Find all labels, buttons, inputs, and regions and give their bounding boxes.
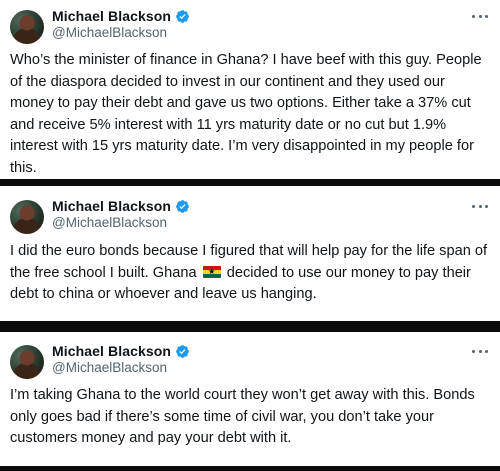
author-row: Michael Blackson [52, 198, 190, 214]
verified-badge-icon [176, 9, 189, 23]
verified-badge-icon [176, 344, 189, 358]
tweet-card[interactable]: Michael Blackson @MichaelBlackson I’m ta… [0, 332, 500, 466]
author-name[interactable]: Michael Blackson [52, 198, 171, 214]
author-handle[interactable]: @MichaelBlackson [52, 215, 167, 230]
tweet-text: Who’s the minister of finance in Ghana? … [10, 52, 482, 176]
avatar[interactable] [10, 200, 44, 234]
author-row: Michael Blackson [52, 8, 190, 24]
author-handle[interactable]: @MichaelBlackson [52, 360, 167, 375]
avatar[interactable] [10, 10, 44, 44]
author-name[interactable]: Michael Blackson [52, 8, 171, 24]
more-options-icon[interactable] [472, 348, 488, 354]
ghana-flag-icon [202, 265, 221, 279]
tweet-text: I’m taking Ghana to the world court they… [10, 387, 475, 446]
more-options-icon[interactable] [472, 203, 488, 209]
more-options-icon[interactable] [472, 13, 488, 19]
tweet-text: I did the euro bonds because I figured t… [10, 241, 492, 306]
tweet-card[interactable]: Michael Blackson @MichaelBlackson Who’s … [0, 0, 500, 179]
verified-badge-icon [176, 199, 189, 213]
author-name[interactable]: Michael Blackson [52, 343, 171, 359]
avatar[interactable] [10, 345, 44, 379]
tweet-card[interactable]: Michael Blackson @MichaelBlackson I did … [0, 186, 500, 321]
author-handle[interactable]: @MichaelBlackson [52, 25, 167, 40]
author-row: Michael Blackson [52, 343, 190, 359]
